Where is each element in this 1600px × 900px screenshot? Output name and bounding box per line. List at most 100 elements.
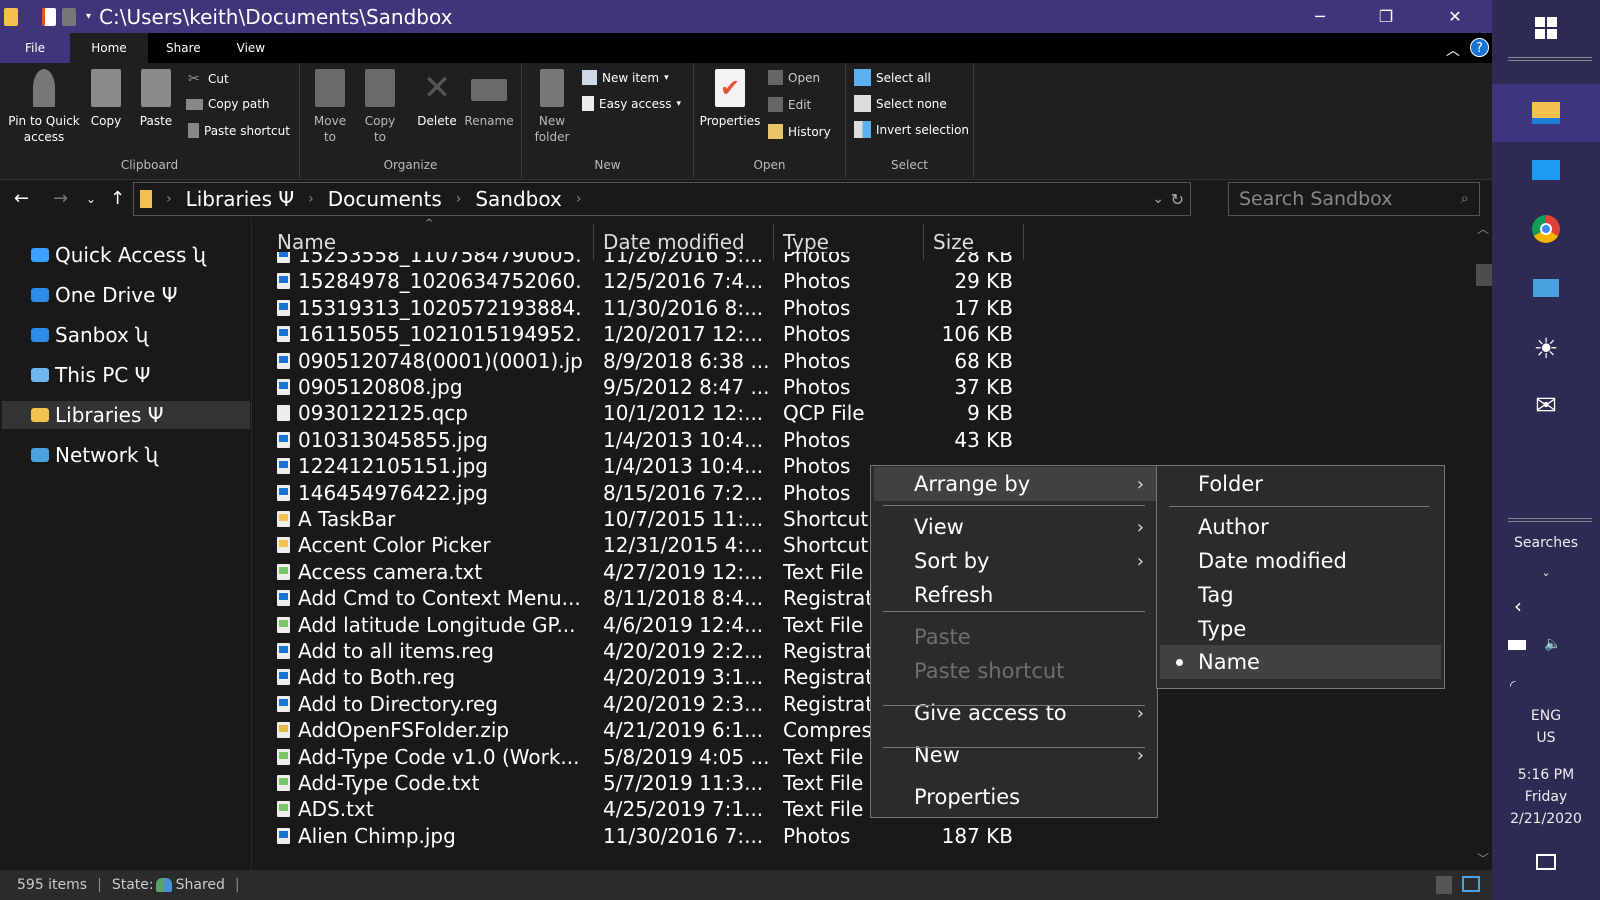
file-row[interactable]: 0905120808.jpg 9/5/2012 8:47 ... Photos … (253, 374, 1253, 401)
move-to-button[interactable]: Move to (310, 69, 350, 145)
menu-item-properties[interactable]: Properties (874, 780, 1156, 814)
new-folder-button[interactable]: New folder (528, 69, 576, 145)
invert-selection-button[interactable]: Invert selection (854, 121, 969, 138)
submenu-item-folder[interactable]: Folder (1160, 467, 1441, 501)
nav-item[interactable]: Quick Access ʯ (2, 241, 250, 269)
desktop-icon[interactable] (1492, 142, 1600, 198)
file-row[interactable]: 0930122125.qcp 10/1/2012 12:... QCP File… (253, 400, 1253, 427)
menu-item-give-access-to[interactable]: Give access to › (874, 696, 1156, 730)
file-row[interactable]: 15253558_1107584790605... 11/26/2016 5:.… (253, 252, 1253, 269)
tab-share[interactable]: Share (148, 33, 219, 63)
menu-item-sort-by[interactable]: Sort by › (874, 544, 1156, 578)
submenu-item-author[interactable]: Author (1160, 510, 1441, 544)
new-folder-qa-icon[interactable] (62, 7, 76, 26)
copy-to-button[interactable]: Copy to (360, 69, 400, 145)
help-icon[interactable]: ? (1470, 38, 1489, 57)
recent-locations-button[interactable]: ⌄ (86, 192, 96, 206)
nav-item[interactable]: Network ʯ (2, 441, 250, 469)
details-view-button[interactable] (1436, 876, 1452, 894)
tab-home[interactable]: Home (70, 33, 148, 63)
region-label[interactable]: US (1492, 730, 1600, 746)
cut-button[interactable]: ✂ Cut (188, 71, 229, 87)
scroll-down-icon[interactable]: ﹀ (1477, 850, 1489, 867)
nav-item[interactable]: Sanbox ʯ (2, 321, 250, 349)
edit-button[interactable]: Edit (768, 97, 811, 112)
volume-icon[interactable]: 🔈 (1544, 636, 1561, 652)
large-icons-view-button[interactable] (1462, 876, 1480, 892)
file-row[interactable]: 15319313_1020572193884... 11/30/2016 8:.… (253, 295, 1253, 322)
close-button[interactable]: ✕ (1432, 0, 1478, 33)
clock-date[interactable]: 2/21/2020 (1492, 811, 1600, 827)
breadcrumb-documents[interactable]: Documents (328, 187, 442, 211)
wifi-icon[interactable]: ◜ (1510, 678, 1515, 694)
paste-button[interactable]: Paste (136, 69, 176, 129)
file-row[interactable]: Alien Chimp.jpg 11/30/2016 7:... Photos … (253, 823, 1253, 850)
submenu-item-date-modified[interactable]: Date modified (1160, 544, 1441, 578)
select-all-button[interactable]: Select all (854, 69, 931, 86)
menu-item-arrange-by[interactable]: Arrange by › (874, 467, 1156, 501)
column-header-name[interactable]: Name (277, 230, 336, 254)
maximize-button[interactable]: ❐ (1363, 0, 1409, 33)
searches-label[interactable]: Searches (1492, 535, 1600, 551)
easy-access-button[interactable]: Easy access ▾ (582, 96, 681, 111)
chrome-icon[interactable] (1492, 201, 1600, 257)
mail-icon[interactable]: ✉ (1492, 378, 1600, 434)
show-hidden-icons-button[interactable]: ‹ (1514, 594, 1522, 618)
pin-to-quick-access-button[interactable]: Pin to Quick access (4, 69, 84, 145)
scroll-up-icon[interactable]: ︿ (1477, 220, 1489, 237)
nav-item[interactable]: One Drive Ψ (2, 281, 250, 309)
select-none-button[interactable]: Select none (854, 95, 947, 112)
scroll-thumb[interactable] (1476, 264, 1493, 286)
language-label[interactable]: ENG (1492, 708, 1600, 724)
breadcrumb-sandbox[interactable]: Sandbox (475, 187, 561, 211)
breadcrumb[interactable]: › Libraries Ψ › Documents › Sandbox › ⌄ … (133, 182, 1191, 216)
file-row[interactable]: 15284978_1020634752060... 12/5/2016 7:4.… (253, 268, 1253, 295)
file-row[interactable]: 010313045855.jpg 1/4/2013 10:4... Photos… (253, 427, 1253, 454)
refresh-icon[interactable]: ↻ (1171, 190, 1184, 209)
submenu-item-type[interactable]: Type (1160, 612, 1441, 646)
paste-shortcut-button[interactable]: Paste shortcut (188, 123, 290, 138)
tab-file[interactable]: File (0, 33, 70, 63)
file-row[interactable]: 16115055_1021015194952... 1/20/2017 12:.… (253, 321, 1253, 348)
clock-time[interactable]: 5:16 PM (1492, 767, 1600, 783)
collapse-ribbon-icon[interactable]: ︿ (1446, 40, 1460, 60)
vertical-scrollbar[interactable]: ︿ ﹀ (1473, 218, 1493, 870)
minimize-button[interactable]: ─ (1297, 0, 1343, 33)
history-button[interactable]: History (768, 124, 831, 139)
nav-item[interactable]: Libraries Ψ (2, 401, 250, 429)
file-row[interactable]: 0905120748(0001)(0001).jpg 8/9/2018 6:38… (253, 348, 1253, 375)
customize-qa-icon[interactable]: ▾ (86, 11, 91, 22)
submenu-item-tag[interactable]: Tag (1160, 578, 1441, 612)
column-header-date[interactable]: Date modified (603, 230, 745, 254)
properties-button[interactable]: ✔ Properties (698, 69, 762, 129)
menu-item-new[interactable]: New › (874, 738, 1156, 772)
up-button[interactable]: ↑ (110, 188, 125, 209)
menu-item-refresh[interactable]: Refresh (874, 578, 1156, 612)
forward-button[interactable]: → (53, 188, 68, 209)
column-header-size[interactable]: Size (933, 230, 974, 254)
battery-icon[interactable] (1508, 640, 1526, 650)
clock-day[interactable]: Friday (1492, 789, 1600, 805)
magnifier-icon[interactable] (1492, 260, 1600, 316)
rename-button[interactable]: Rename (464, 69, 514, 129)
breadcrumb-libraries[interactable]: Libraries Ψ (186, 187, 294, 211)
delete-button[interactable]: ✕ Delete (414, 69, 460, 129)
file-explorer-icon[interactable] (1492, 84, 1600, 142)
open-button[interactable]: Open (768, 70, 820, 85)
new-item-button[interactable]: New item ▾ (582, 70, 669, 85)
nav-item[interactable]: This PC Ψ (2, 361, 250, 389)
back-button[interactable]: ← (14, 188, 29, 209)
copy-button[interactable]: Copy (86, 69, 126, 129)
submenu-item-name[interactable]: Name (1160, 645, 1441, 679)
start-button[interactable] (1492, 0, 1600, 56)
properties-qa-icon[interactable] (42, 7, 56, 26)
action-center-icon[interactable] (1536, 854, 1556, 870)
copy-path-button[interactable]: Copy path (186, 97, 270, 111)
column-header-type[interactable]: Type (783, 230, 829, 254)
tab-view[interactable]: View (219, 33, 283, 63)
expand-chevron-icon[interactable]: ⌄ (1492, 566, 1600, 579)
search-input[interactable]: Search Sandbox ⌕ (1228, 182, 1480, 216)
address-dropdown-icon[interactable]: ⌄ (1152, 191, 1164, 207)
brightness-icon[interactable]: ☀ (1492, 320, 1600, 376)
menu-item-view[interactable]: View › (874, 510, 1156, 544)
